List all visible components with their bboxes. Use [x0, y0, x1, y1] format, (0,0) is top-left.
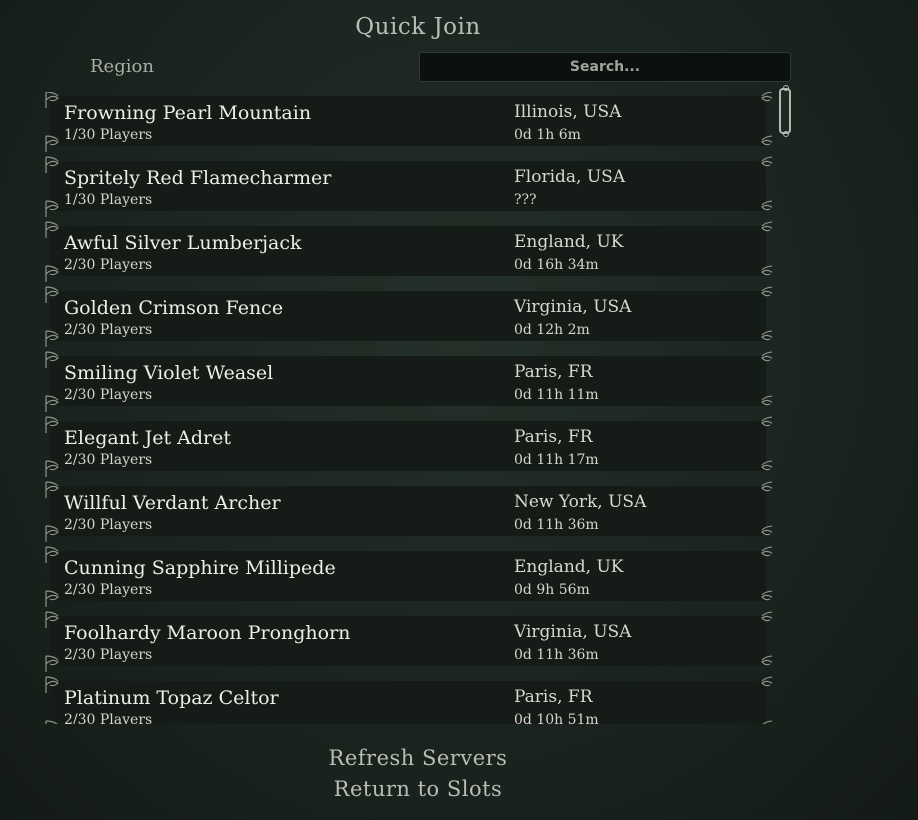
server-location: England, UK — [514, 232, 624, 252]
server-name: Cunning Sapphire Millipede — [64, 557, 336, 579]
server-location: England, UK — [514, 557, 624, 577]
server-uptime: 0d 11h 36m — [514, 517, 599, 533]
ornament-icon — [44, 610, 70, 630]
server-list: Frowning Pearl Mountain 1/30 Players Ill… — [44, 92, 772, 724]
ornament-icon — [750, 285, 772, 305]
server-uptime: ??? — [514, 192, 537, 208]
server-row[interactable]: Elegant Jet Adret 2/30 Players Paris, FR… — [50, 421, 766, 471]
ornament-icon — [750, 480, 772, 500]
server-row[interactable]: Foolhardy Maroon Pronghorn 2/30 Players … — [50, 616, 766, 666]
server-location: New York, USA — [514, 492, 647, 512]
ornament-icon — [44, 155, 70, 175]
ornament-icon — [44, 545, 70, 565]
ornament-icon — [44, 459, 70, 479]
ornament-icon — [750, 545, 772, 565]
server-location: Florida, USA — [514, 167, 626, 187]
server-row[interactable]: Platinum Topaz Celtor 2/30 Players Paris… — [50, 681, 766, 724]
server-name: Awful Silver Lumberjack — [64, 232, 302, 254]
ornament-icon — [750, 329, 772, 349]
server-name: Willful Verdant Archer — [64, 492, 281, 514]
ornament-icon — [44, 92, 70, 110]
ornament-icon — [44, 524, 70, 544]
server-location: Paris, FR — [514, 362, 593, 382]
list-scrollbar[interactable] — [776, 85, 794, 724]
server-name: Frowning Pearl Mountain — [64, 102, 312, 124]
ornament-icon — [750, 134, 772, 154]
server-row[interactable]: Spritely Red Flamecharmer 1/30 Players F… — [50, 161, 766, 211]
ornament-icon — [750, 350, 772, 370]
ornament-icon — [44, 329, 70, 349]
server-uptime: 0d 11h 36m — [514, 647, 599, 663]
server-players: 2/30 Players — [64, 387, 153, 403]
server-location: Illinois, USA — [514, 102, 622, 122]
scrollbar-thumb[interactable] — [779, 85, 791, 137]
ornament-icon — [44, 394, 70, 414]
server-name: Spritely Red Flamecharmer — [64, 167, 332, 189]
server-row[interactable]: Willful Verdant Archer 2/30 Players New … — [50, 486, 766, 536]
server-location: Virginia, USA — [514, 297, 632, 317]
server-players: 2/30 Players — [64, 517, 153, 533]
server-players: 1/30 Players — [64, 192, 153, 208]
ornament-icon — [750, 524, 772, 544]
server-players: 2/30 Players — [64, 322, 153, 338]
server-row[interactable]: Awful Silver Lumberjack 2/30 Players Eng… — [50, 226, 766, 276]
ornament-icon — [44, 220, 70, 240]
server-uptime: 0d 9h 56m — [514, 582, 590, 598]
refresh-servers-button[interactable]: Refresh Servers — [0, 746, 836, 770]
ornament-icon — [44, 199, 70, 219]
search-input[interactable] — [419, 52, 791, 82]
server-name: Smiling Violet Weasel — [64, 362, 274, 384]
server-row[interactable]: Golden Crimson Fence 2/30 Players Virgin… — [50, 291, 766, 341]
ornament-icon — [44, 350, 70, 370]
ornament-icon — [750, 264, 772, 284]
server-uptime: 0d 16h 34m — [514, 257, 599, 273]
ornament-icon — [44, 285, 70, 305]
ornament-icon — [750, 155, 772, 175]
server-row[interactable]: Frowning Pearl Mountain 1/30 Players Ill… — [50, 96, 766, 146]
ornament-icon — [750, 675, 772, 695]
server-players: 2/30 Players — [64, 582, 153, 598]
ornament-icon — [750, 610, 772, 630]
server-row[interactable]: Cunning Sapphire Millipede 2/30 Players … — [50, 551, 766, 601]
server-location: Paris, FR — [514, 687, 593, 707]
server-players: 2/30 Players — [64, 712, 153, 724]
ornament-icon — [44, 719, 70, 724]
server-uptime: 0d 10h 51m — [514, 712, 599, 724]
ornament-icon — [750, 654, 772, 674]
server-location: Paris, FR — [514, 427, 593, 447]
ornament-icon — [750, 394, 772, 414]
ornament-icon — [44, 264, 70, 284]
server-uptime: 0d 11h 11m — [514, 387, 599, 403]
ornament-icon — [44, 654, 70, 674]
ornament-icon — [750, 459, 772, 479]
ornament-icon — [44, 480, 70, 500]
ornament-icon — [750, 220, 772, 240]
ornament-icon — [750, 719, 772, 724]
ornament-icon — [750, 199, 772, 219]
server-uptime: 0d 11h 17m — [514, 452, 599, 468]
ornament-icon — [750, 415, 772, 435]
ornament-icon — [750, 589, 772, 609]
ornament-icon — [44, 134, 70, 154]
server-players: 2/30 Players — [64, 647, 153, 663]
ornament-icon — [750, 92, 772, 110]
server-name: Elegant Jet Adret — [64, 427, 231, 449]
server-name: Foolhardy Maroon Pronghorn — [64, 622, 351, 644]
server-name: Golden Crimson Fence — [64, 297, 284, 319]
server-location: Virginia, USA — [514, 622, 632, 642]
region-label[interactable]: Region — [90, 56, 154, 77]
server-players: 2/30 Players — [64, 257, 153, 273]
server-uptime: 0d 12h 2m — [514, 322, 590, 338]
ornament-icon — [44, 415, 70, 435]
ornament-icon — [44, 675, 70, 695]
return-to-slots-button[interactable]: Return to Slots — [0, 777, 836, 801]
page-title: Quick Join — [355, 14, 481, 40]
server-players: 2/30 Players — [64, 452, 153, 468]
server-row[interactable]: Smiling Violet Weasel 2/30 Players Paris… — [50, 356, 766, 406]
server-name: Platinum Topaz Celtor — [64, 687, 279, 709]
server-uptime: 0d 1h 6m — [514, 127, 581, 143]
server-players: 1/30 Players — [64, 127, 153, 143]
ornament-icon — [44, 589, 70, 609]
